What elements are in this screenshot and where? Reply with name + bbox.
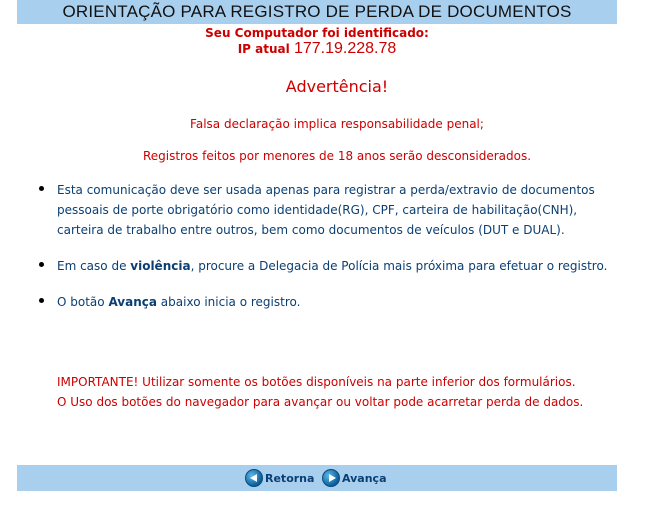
warning-line-penal: Falsa declaração implica responsabilidad…: [190, 117, 484, 131]
next-button[interactable]: Avança: [322, 467, 387, 489]
list-item-text: Esta comunicação deve ser usada apenas p…: [57, 183, 595, 237]
next-button-label: Avança: [342, 471, 387, 485]
forward-arrow-icon: [322, 469, 340, 487]
bullet-icon: [39, 298, 44, 303]
important-line-2: O Uso dos botões do navegador para avanç…: [57, 395, 584, 409]
warning-title: Advertência!: [285, 77, 389, 96]
bullet-icon: [39, 186, 44, 191]
warning-line-minors: Registros feitos por menores de 18 anos …: [142, 149, 532, 163]
instructions-list: Esta comunicação deve ser usada apenas p…: [38, 180, 608, 312]
list-item-text-pre: Em caso de: [57, 259, 131, 273]
list-item-bold-term: Avança: [108, 295, 157, 309]
page-title: ORIENTAÇÃO PARA REGISTRO DE PERDA DE DOC…: [62, 2, 572, 21]
list-item: Em caso de violência, procure a Delegaci…: [38, 256, 608, 276]
list-item: Esta comunicação deve ser usada apenas p…: [38, 180, 608, 240]
list-item-text-pre: O botão: [57, 295, 109, 309]
bullet-icon: [39, 262, 44, 267]
list-item-text-post: , procure a Delegacia de Polícia mais pr…: [190, 259, 608, 273]
ip-label: IP atual: [237, 42, 290, 56]
ip-value: 177.19.228.78: [293, 40, 397, 57]
back-arrow-icon: [245, 469, 263, 487]
list-item-text-post: abaixo inicia o registro.: [156, 295, 301, 309]
ip-line: IP atual 177.19.228.78: [17, 40, 617, 58]
list-item: O botão Avança abaixo inicia o registro.: [38, 292, 608, 312]
back-button[interactable]: Retorna: [245, 467, 314, 489]
important-line-1: IMPORTANTE! Utilizar somente os botões d…: [57, 375, 576, 389]
important-notice: IMPORTANTE! Utilizar somente os botões d…: [57, 372, 617, 412]
computer-identified-label: Seu Computador foi identificado:: [205, 26, 429, 40]
list-item-bold-term: violência: [130, 259, 191, 273]
back-button-label: Retorna: [265, 471, 315, 485]
footer-bar: [17, 465, 617, 491]
